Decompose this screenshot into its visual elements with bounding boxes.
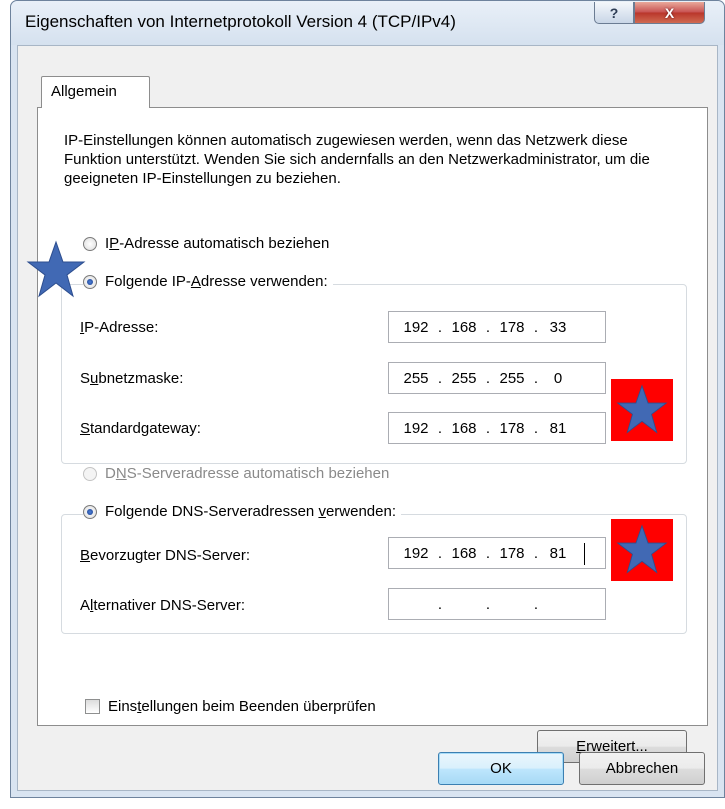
dns-manual-group: Bevorzugter DNS-Server: 192 . 168 . 178 … bbox=[61, 514, 687, 634]
default-gateway-label: Standardgateway: bbox=[80, 420, 201, 437]
ip-manual-group: IP-Adresse: 192 . 168 . 178 . 33 Subnetz… bbox=[61, 284, 687, 464]
dns1-octet-2[interactable]: 168 bbox=[445, 545, 483, 562]
alternate-dns-input[interactable]: . . . bbox=[388, 588, 606, 620]
ip-octet-4[interactable]: 33 bbox=[539, 319, 577, 336]
close-button[interactable]: X bbox=[634, 2, 705, 24]
validate-on-exit-checkbox-label: Einstellungen beim Beenden überprüfen bbox=[108, 698, 376, 715]
gateway-octet-1[interactable]: 192 bbox=[397, 420, 435, 437]
red-marker-dns bbox=[611, 519, 673, 581]
subnet-octet-2[interactable]: 255 bbox=[445, 370, 483, 387]
octet-separator: . bbox=[485, 370, 491, 387]
validate-on-exit-checkbox[interactable]: Einstellungen beim Beenden überprüfen bbox=[85, 698, 376, 715]
cancel-button-label: Abbrechen bbox=[605, 760, 679, 777]
tab-panel-allgemein: IP-Einstellungen können automatisch zuge… bbox=[37, 107, 708, 763]
ip-address-label: IP-Adresse: bbox=[80, 319, 159, 336]
tab-allgemein[interactable]: Allgemein bbox=[41, 76, 150, 108]
subnet-mask-label: Subnetzmaske: bbox=[80, 370, 184, 387]
title-bar[interactable]: Eigenschaften von Internetprotokoll Vers… bbox=[11, 1, 724, 45]
intro-text: IP-Einstellungen können automatisch zuge… bbox=[64, 132, 650, 187]
preferred-dns-input[interactable]: 192 . 168 . 178 . 81 bbox=[388, 537, 606, 569]
tab-label: Allgemein bbox=[51, 83, 117, 100]
subnet-mask-input[interactable]: 255 . 255 . 255 . 0 bbox=[388, 362, 606, 394]
text-cursor bbox=[584, 543, 585, 565]
ok-button[interactable]: OK bbox=[438, 752, 564, 785]
octet-separator: . bbox=[485, 596, 491, 613]
octet-separator: . bbox=[485, 545, 491, 562]
ip-auto-radio[interactable]: IP-Adresse automatisch beziehen bbox=[83, 235, 335, 252]
alternate-dns-label: Alternativer DNS-Server: bbox=[80, 597, 246, 614]
octet-separator: . bbox=[533, 596, 539, 613]
octet-separator: . bbox=[437, 370, 443, 387]
dns-auto-radio-label: DNS-Serveradresse automatisch beziehen bbox=[105, 465, 390, 482]
ip-octet-3[interactable]: 178 bbox=[493, 319, 531, 336]
octet-separator: . bbox=[437, 545, 443, 562]
dns1-octet-4[interactable]: 81 bbox=[539, 545, 577, 562]
gateway-octet-4[interactable]: 81 bbox=[539, 420, 577, 437]
octet-separator: . bbox=[437, 420, 443, 437]
validate-on-exit-checkbox-box[interactable] bbox=[85, 699, 100, 714]
ip-manual-radio[interactable]: Folgende IP-Adresse verwenden: bbox=[83, 273, 333, 290]
star-marker-icon bbox=[26, 240, 86, 298]
star-marker-icon bbox=[616, 384, 668, 434]
dns-manual-radio-label: Folgende DNS-Serveradressen verwenden: bbox=[105, 503, 396, 520]
ok-button-label: OK bbox=[490, 760, 512, 777]
octet-separator: . bbox=[485, 420, 491, 437]
octet-separator: . bbox=[437, 319, 443, 336]
octet-separator: . bbox=[485, 319, 491, 336]
dns1-octet-1[interactable]: 192 bbox=[397, 545, 435, 562]
ip-octet-1[interactable]: 192 bbox=[397, 319, 435, 336]
star-marker-icon bbox=[616, 524, 668, 574]
window-title: Eigenschaften von Internetprotokoll Vers… bbox=[25, 12, 456, 31]
red-marker-gateway bbox=[611, 379, 673, 441]
octet-separator: . bbox=[437, 596, 443, 613]
dns-auto-radio[interactable]: DNS-Serveradresse automatisch beziehen bbox=[83, 465, 395, 482]
default-gateway-input[interactable]: 192 . 168 . 178 . 81 bbox=[388, 412, 606, 444]
close-icon: X bbox=[664, 4, 675, 21]
ip-address-input[interactable]: 192 . 168 . 178 . 33 bbox=[388, 311, 606, 343]
ip-auto-radio-label: IP-Adresse automatisch beziehen bbox=[105, 235, 330, 252]
dns-auto-radio-indicator[interactable] bbox=[83, 466, 97, 481]
preferred-dns-label: Bevorzugter DNS-Server: bbox=[80, 547, 251, 564]
gateway-octet-3[interactable]: 178 bbox=[493, 420, 531, 437]
subnet-octet-4[interactable]: 0 bbox=[539, 370, 577, 387]
cancel-button[interactable]: Abbrechen bbox=[579, 752, 705, 785]
dns-manual-radio-indicator[interactable] bbox=[83, 504, 97, 519]
subnet-octet-3[interactable]: 255 bbox=[493, 370, 531, 387]
dns-manual-radio[interactable]: Folgende DNS-Serveradressen verwenden: bbox=[83, 503, 401, 520]
ip-manual-radio-label: Folgende IP-Adresse verwenden: bbox=[105, 273, 328, 290]
dns1-octet-3[interactable]: 178 bbox=[493, 545, 531, 562]
subnet-octet-1[interactable]: 255 bbox=[397, 370, 435, 387]
help-button[interactable]: ? bbox=[594, 2, 634, 24]
gateway-octet-2[interactable]: 168 bbox=[445, 420, 483, 437]
ip-octet-2[interactable]: 168 bbox=[445, 319, 483, 336]
help-icon: ? bbox=[609, 4, 619, 21]
